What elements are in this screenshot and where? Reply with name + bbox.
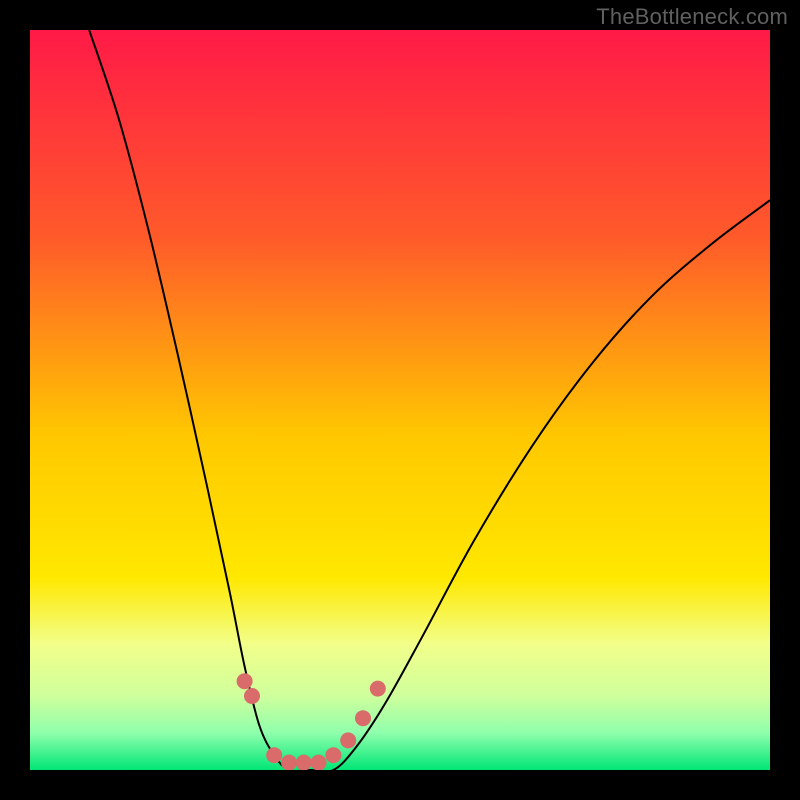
curve-marker xyxy=(325,747,341,763)
curve-marker xyxy=(244,688,260,704)
chart-frame: TheBottleneck.com xyxy=(0,0,800,800)
curve-marker xyxy=(340,732,356,748)
plot-svg xyxy=(30,30,770,770)
curve-marker xyxy=(311,755,327,770)
curve-marker xyxy=(296,755,312,770)
curve-marker xyxy=(281,755,297,770)
curve-marker xyxy=(370,681,386,697)
watermark-text: TheBottleneck.com xyxy=(596,4,788,30)
gradient-background xyxy=(30,30,770,770)
curve-marker xyxy=(266,747,282,763)
curve-marker xyxy=(237,673,253,689)
plot-area xyxy=(30,30,770,770)
curve-marker xyxy=(355,710,371,726)
